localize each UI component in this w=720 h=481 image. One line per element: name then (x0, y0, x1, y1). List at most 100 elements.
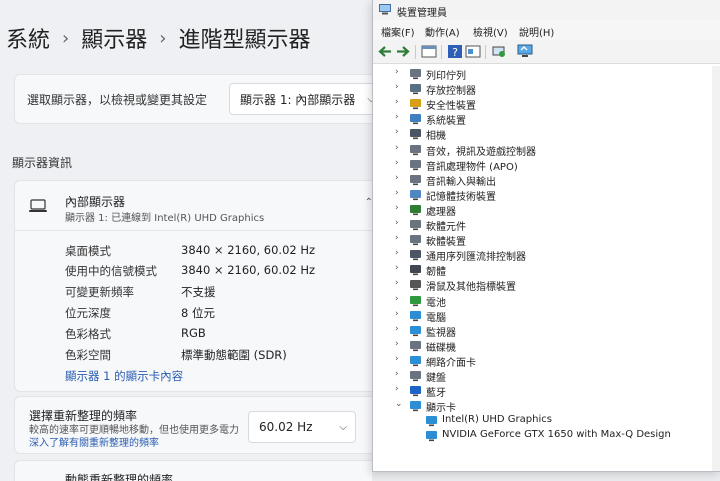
menu-file[interactable]: 檔案(F) (381, 24, 415, 39)
audio-icon (410, 174, 421, 185)
prop-key: 位元深度 (65, 306, 111, 320)
chevron-right-icon[interactable]: › (395, 263, 399, 273)
display-subtitle: 顯示器 1: 已連線到 Intel(R) UHD Graphics (65, 213, 265, 224)
tree-category[interactable]: › 軟體裝置 (373, 232, 720, 248)
tree-category-label: 音訊處理物件 (APO) (426, 161, 518, 173)
chevron-right-icon[interactable]: › (395, 339, 399, 349)
prop-key: 色彩格式 (65, 327, 111, 341)
tree-category[interactable]: › 安全性裝置 (373, 96, 720, 113)
audio-icon (410, 159, 421, 170)
tree-category[interactable]: › 存放控制器 (373, 81, 720, 97)
adapter-properties-link[interactable]: 顯示器 1 的顯示卡內容 (65, 368, 183, 384)
properties-icon[interactable] (465, 44, 481, 59)
tree-category[interactable]: › 相機 (373, 126, 720, 142)
chevron-right-icon[interactable]: › (395, 158, 399, 168)
chevron-right-icon[interactable]: › (395, 278, 399, 288)
tree-device-item[interactable]: Intel(R) UHD Graphics (373, 413, 720, 428)
toolbar-separator (441, 45, 442, 59)
tree-category[interactable]: › 網路介面卡 (373, 353, 720, 369)
device-manager-titlebar[interactable]: 裝置管理員 (373, 0, 720, 20)
chevron-down-icon[interactable]: ⌄ (395, 399, 403, 409)
chevron-right-icon[interactable]: › (395, 188, 399, 198)
monitor-icon (410, 325, 421, 336)
chevron-right-icon[interactable]: › (395, 218, 399, 228)
chevron-right-icon[interactable]: › (395, 67, 399, 77)
breadcrumb-display[interactable]: 顯示器 (81, 22, 147, 54)
tree-category[interactable]: › 系統裝置 (373, 111, 720, 127)
back-arrow-icon[interactable] (377, 44, 393, 59)
tree-category[interactable]: › 音訊輸入與輸出 (373, 172, 720, 188)
tree-category[interactable]: › 列印佇列 (373, 66, 720, 82)
chevron-right-icon: › (159, 27, 167, 49)
chevron-right-icon[interactable]: › (395, 97, 399, 107)
prop-value: RGB (181, 326, 206, 340)
menu-view[interactable]: 檢視(V) (473, 24, 508, 39)
tree-device-label: NVIDIA GeForce GTX 1650 with Max-Q Desig… (442, 429, 671, 441)
tree-device-item[interactable]: NVIDIA GeForce GTX 1650 with Max-Q Desig… (373, 428, 720, 443)
display-select-value: 顯示器 1: 內部顯示器 (240, 92, 356, 107)
tree-category[interactable]: › 韌體 (373, 262, 720, 279)
tree-category[interactable]: › 軟體元件 (373, 217, 720, 233)
tree-category[interactable]: › 通用序列匯流排控制器 (373, 247, 720, 263)
chevron-right-icon[interactable]: › (395, 203, 399, 213)
chevron-up-icon[interactable]: ⌃ (365, 197, 372, 208)
chevron-right-icon[interactable]: › (395, 309, 399, 319)
tree-category[interactable]: › 電腦 (373, 308, 720, 324)
tree-category[interactable]: › 滑鼠及其他指標裝置 (373, 277, 720, 293)
tree-category[interactable]: › 磁碟機 (373, 338, 720, 354)
tree-category-label: 韌體 (426, 267, 446, 279)
refresh-rate-learn-more-link[interactable]: 深入了解有關重新整理的頻率 (29, 438, 159, 449)
chevron-right-icon[interactable]: › (395, 82, 399, 92)
toolbar: ? (373, 40, 720, 64)
tree-category[interactable]: › 鍵盤 (373, 368, 720, 384)
audio-icon (410, 144, 421, 155)
chevron-right-icon[interactable]: › (395, 324, 399, 334)
scan-hardware-icon[interactable] (491, 44, 507, 59)
tree-category-label: 安全性裝置 (426, 101, 476, 113)
chevron-right-icon[interactable]: › (395, 384, 399, 394)
tree-category[interactable]: › 處理器 (373, 202, 720, 218)
tree-category-label: 記憶體技術裝置 (426, 191, 496, 203)
tree-category[interactable]: › 監視器 (373, 323, 720, 339)
refresh-rate-desc: 較高的速率可更順暢地移動，但也使用更多電力 深入了解有關重新整理的頻率 (29, 424, 244, 450)
chevron-right-icon[interactable]: › (395, 112, 399, 122)
display-info-card: 內部顯示器 顯示器 1: 已連線到 Intel(R) UHD Graphics … (14, 180, 372, 392)
chevron-right-icon[interactable]: › (395, 354, 399, 364)
chevron-right-icon[interactable]: › (395, 248, 399, 258)
tree-category-label: 鍵盤 (426, 373, 446, 384)
forward-arrow-icon[interactable] (395, 44, 411, 59)
menu-action[interactable]: 動作(A) (425, 24, 460, 39)
display-info-header[interactable]: 內部顯示器 顯示器 1: 已連線到 Intel(R) UHD Graphics … (15, 181, 372, 231)
chevron-right-icon[interactable]: › (395, 369, 399, 379)
refresh-rate-select[interactable]: 60.02 Hz ⌵ (248, 411, 356, 443)
usb-icon (410, 250, 421, 261)
chevron-right-icon[interactable]: › (395, 143, 399, 153)
breadcrumb-system[interactable]: 系統 (6, 22, 50, 54)
show-hide-console-tree-icon[interactable] (421, 44, 437, 59)
chevron-right-icon[interactable]: › (395, 233, 399, 243)
help-icon[interactable]: ? (447, 44, 463, 59)
security-device-icon (410, 99, 421, 110)
tree-category[interactable]: › 音訊處理物件 (APO) (373, 157, 720, 173)
monitor-update-icon[interactable] (517, 44, 533, 59)
computer-icon (410, 310, 421, 321)
display-select[interactable]: 顯示器 1: 內部顯示器 ⌵ (229, 83, 372, 115)
tree-category[interactable]: › 記憶體技術裝置 (373, 187, 720, 203)
tree-category[interactable]: ⌄ 顯示卡 (373, 398, 720, 414)
software-component-icon (410, 220, 421, 231)
chevron-right-icon[interactable]: › (395, 294, 399, 304)
chevron-right-icon[interactable]: › (395, 127, 399, 137)
scrollbar[interactable] (712, 66, 720, 471)
tree-category-label: 監視器 (426, 327, 456, 339)
chevron-right-icon[interactable]: › (395, 173, 399, 183)
bluetooth-icon (410, 386, 421, 397)
refresh-rate-desc-text: 較高的速率可更順暢地移動，但也使用更多電力 (29, 425, 239, 436)
tree-category[interactable]: › 電池 (373, 293, 720, 309)
settings-window: 系統 › 顯示器 › 進階型顯示器 選取顯示器，以檢視或變更其設定 顯示器 1:… (0, 0, 372, 481)
menu-help[interactable]: 說明(H) (519, 24, 554, 39)
tree-category[interactable]: › 音效，視訊及遊戲控制器 (373, 142, 720, 158)
memory-device-icon (410, 189, 421, 200)
tree-category[interactable]: › 藍牙 (373, 383, 720, 399)
tree-category-label: 電池 (426, 297, 446, 309)
prop-value: 3840 × 2160, 60.02 Hz (181, 243, 316, 257)
